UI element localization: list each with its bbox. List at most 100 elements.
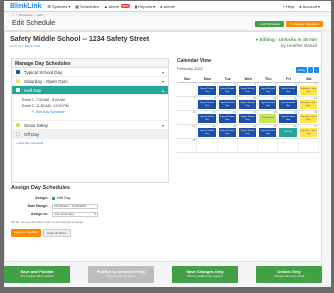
calendar-day-cell[interactable]: 8 Typical School Day — [197, 97, 218, 110]
calendar-day-cell[interactable]: 7 — [177, 97, 198, 110]
bottom-action-button[interactable]: Save and Publish All 2 systems will be up… — [4, 266, 70, 283]
schedule-row-off-day[interactable]: Off Day — [12, 130, 168, 139]
calendar-day-cell[interactable] — [197, 139, 218, 152]
calendar-event[interactable]: Typical School Day — [198, 86, 216, 95]
calendar-event[interactable]: Typical School Day — [259, 86, 277, 95]
calendar-event[interactable]: Typical School Day — [198, 114, 216, 123]
chevron-down-icon: ▾ — [161, 78, 164, 84]
calendar-day-cell[interactable] — [278, 139, 299, 152]
calendar-day-cell[interactable]: 6 Saturday - Open Gym — [299, 83, 319, 96]
calendar-event[interactable]: Saturday - Open Gym — [299, 86, 317, 95]
calendar-day-cell[interactable] — [238, 139, 259, 152]
calendar-day-number: 28 — [192, 139, 196, 142]
today-button[interactable]: today — [295, 67, 307, 73]
calendar-day-cell[interactable]: 14 — [177, 111, 198, 124]
calendar-day-cell[interactable]: 22 Typical School Day — [197, 125, 218, 138]
calendar-event[interactable]: Typical School Day — [198, 100, 216, 109]
calendar-day-cell[interactable]: 3 Typical School Day — [238, 83, 259, 96]
calendar-day-cell[interactable]: 12 Typical School Day — [278, 97, 299, 110]
logo[interactable]: BlinkLink — [10, 3, 42, 10]
calendar-event[interactable]: Typical School Day — [259, 100, 277, 109]
assign-to-value: only week days — [54, 212, 75, 216]
calendar-event[interactable]: Typical School Day — [238, 114, 257, 123]
schedule-row-typical[interactable]: Typical School Day ▾ — [12, 68, 168, 77]
edit-day-schedule-link[interactable]: ✎ Edit Day Schedule — [32, 110, 65, 114]
next-month-button[interactable]: › — [314, 67, 319, 73]
assign-schedule-select[interactable]: Half Day — [52, 196, 70, 200]
calendar-day-cell[interactable]: 16 Typical School Day — [218, 111, 238, 124]
calendar-day-cell[interactable]: 11 Typical School Day — [258, 97, 279, 110]
schedule-row-snow-delay[interactable]: Snow Delay ▾ — [12, 121, 168, 130]
home-icon[interactable]: ⌂ — [12, 13, 14, 17]
calendar-event[interactable]: Saturday - Open Gym — [299, 100, 317, 109]
nav-account[interactable]: ● Account ▾ — [299, 4, 320, 9]
calendar-event[interactable]: Half Day — [279, 128, 297, 137]
date-range-input[interactable]: 02/26/2021 - 11/08/2021 — [52, 203, 98, 209]
calendar-event[interactable]: Typical School Day — [279, 114, 297, 123]
schedule-row-half-day[interactable]: Half Day ▴ — [12, 86, 168, 95]
calendar-day-cell[interactable]: 9 Typical School Day — [218, 97, 238, 110]
prev-month-button[interactable]: ‹ — [308, 67, 313, 73]
clear-dates-button[interactable]: Clear all Dates — [42, 229, 71, 237]
calendar-day-cell[interactable]: 15 Typical School Day — [197, 111, 218, 124]
apply-to-calendar-button[interactable]: Apply to Calendar — [11, 229, 41, 237]
calendar-day-cell[interactable] — [218, 139, 238, 152]
calendar-day-cell[interactable]: 4 Typical School Day — [258, 83, 279, 96]
calendar-event[interactable]: Typical School Day — [198, 128, 216, 137]
edit-row: ✎ Edit Day Schedule — [22, 109, 158, 115]
nav-alerts[interactable]: ▲ Alerts NEW — [104, 4, 130, 9]
calendar-day-cell[interactable]: 19 Typical School Day — [278, 111, 299, 124]
bottom-action-button[interactable]: Publish to Unlocked Only 0 systems are no… — [88, 266, 154, 283]
calendar-day-cell[interactable]: 21 — [177, 125, 198, 138]
add-schedule-button[interactable]: + Add Schedule — [254, 20, 284, 27]
nav-schedules[interactable]: ▦ Schedules — [75, 4, 98, 9]
calendar-event[interactable]: Typical School Day — [218, 86, 236, 95]
calendar-event[interactable]: Saturday - Open Gym — [299, 114, 317, 123]
calendar-day-cell[interactable]: 1 Typical School Day — [197, 83, 218, 96]
breadcrumb-schedules[interactable]: Schedules — [19, 13, 33, 17]
calendar-event[interactable]: Typical School Day — [279, 86, 297, 95]
assign-to-select[interactable]: only week days ▾ — [52, 211, 98, 217]
nav-systems[interactable]: ⊞ Systems ▾ — [48, 4, 71, 9]
calendar-event[interactable]: Typical School Day — [259, 128, 277, 137]
calendar-day-cell[interactable]: 10 Typical School Day — [238, 97, 259, 110]
calendar-day-cell[interactable]: 23 Typical School Day — [218, 125, 238, 138]
calendar-day-cell[interactable]: 20 Saturday - Open Gym — [299, 111, 319, 124]
add-day-schedule-link[interactable]: + Add Day Schedule — [12, 139, 168, 147]
calendar-day-cell[interactable]: 2 Typical School Day — [218, 83, 238, 96]
calendar-event[interactable]: Saturday - Open Gym — [299, 128, 317, 137]
nav-reports[interactable]: ▮ Reports ▾ — [135, 4, 155, 9]
calendar-day-cell[interactable]: 18 Snow Delay — [258, 111, 279, 124]
schedule-row-saturday[interactable]: Saturday - Open Gym ▾ — [12, 77, 168, 86]
calendar-event[interactable]: Typical School Day — [238, 100, 257, 109]
calendar-event[interactable]: Typical School Day — [279, 100, 297, 109]
manage-schedules-button[interactable]: ✎ Manage Schedules — [285, 20, 323, 27]
calendar-event[interactable]: Typical School Day — [218, 128, 236, 137]
calendar-day-number: 7 — [193, 97, 196, 100]
nav-admin[interactable]: ● Admin — [160, 4, 175, 9]
nav-help[interactable]: ? Help — [283, 4, 294, 9]
calendar-day-cell[interactable]: 28 — [177, 139, 198, 152]
calendar-event[interactable]: Snow Delay — [259, 114, 277, 123]
calendar-day-cell[interactable]: 13 Saturday - Open Gym — [299, 97, 319, 110]
calendar-day-cell[interactable]: 5 Typical School Day — [278, 83, 299, 96]
calendar-day-cell[interactable]: 25 Typical School Day — [258, 125, 279, 138]
calendar-event[interactable]: Typical School Day — [218, 100, 236, 109]
bottom-action-button[interactable]: Save Changes Only Will not publish to any… — [172, 266, 238, 283]
calendar-event[interactable]: Typical School Day — [238, 128, 257, 137]
calendar-event[interactable]: Typical School Day — [218, 114, 236, 123]
bottom-action-button[interactable]: Unlock Only Changes will not be saved — [256, 266, 322, 283]
calendar-day-cell[interactable] — [258, 139, 279, 152]
customer-link[interactable]: District Test — [25, 44, 40, 48]
calendar-day-cell[interactable]: 26 Half Day — [278, 125, 299, 138]
calendar-day-cell[interactable]: 24 Typical School Day — [238, 125, 259, 138]
schedule-label: Snow Delay — [24, 122, 49, 128]
chevron-down-icon: ▾ — [94, 212, 96, 216]
calendar-day-cell[interactable]: 27 Saturday - Open Gym — [299, 125, 319, 138]
calendar-event[interactable]: Typical School Day — [238, 86, 257, 95]
calendar-heading: Calendar View — [177, 58, 212, 64]
calendar-day-cell[interactable] — [299, 139, 319, 152]
calendar-day-cell[interactable] — [177, 83, 198, 96]
date-range-row: Date Range: 02/26/2021 - 11/08/2021 — [11, 202, 171, 210]
calendar-day-cell[interactable]: 17 Typical School Day — [238, 111, 259, 124]
